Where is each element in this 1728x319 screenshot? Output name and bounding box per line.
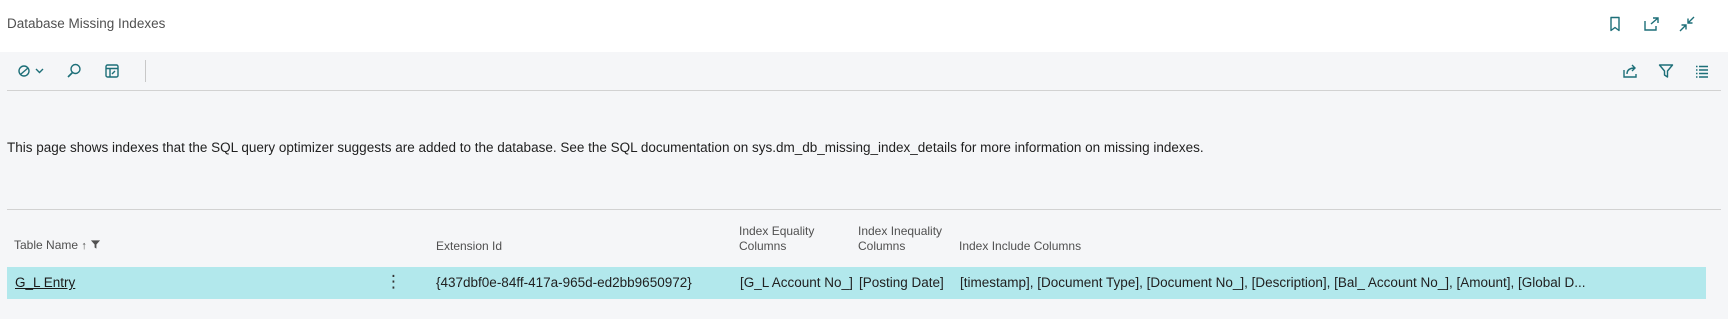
- table-row[interactable]: G_L Entry ⋮ {437dbf0e-84ff-417a-965d-ed2…: [7, 267, 1706, 299]
- share-icon[interactable]: [1619, 60, 1641, 82]
- index-include-cell: [timestamp], [Document Type], [Document …: [960, 275, 1586, 290]
- page-title: Database Missing Indexes: [7, 16, 166, 31]
- table-name-link[interactable]: G_L Entry: [15, 275, 75, 290]
- collapse-icon[interactable]: [1676, 13, 1698, 35]
- edit-list-icon[interactable]: [101, 60, 123, 82]
- extension-id-cell: {437dbf0e-84ff-417a-965d-ed2bb9650972}: [436, 275, 692, 290]
- search-icon[interactable]: [63, 60, 85, 82]
- filter-icon[interactable]: [1655, 60, 1677, 82]
- column-filter-icon: [91, 240, 101, 249]
- page-description: This page shows indexes that the SQL que…: [7, 140, 1204, 155]
- row-actions-icon[interactable]: ⋮: [385, 272, 402, 292]
- column-header-extension-id[interactable]: Extension Id: [436, 239, 502, 254]
- page-header: Database Missing Indexes: [0, 0, 1728, 52]
- sort-ascending-icon: ↑: [81, 240, 87, 252]
- column-header-index-equality[interactable]: Index Equality Columns: [739, 224, 814, 254]
- index-inequality-cell: [Posting Date]: [859, 275, 944, 290]
- column-header-index-inequality[interactable]: Index Inequality Columns: [858, 224, 942, 254]
- index-equality-cell: [G_L Account No_]: [740, 275, 853, 290]
- action-bar: [7, 52, 1721, 91]
- open-in-new-window-icon[interactable]: [1640, 13, 1662, 35]
- column-header-table-name[interactable]: Table Name ↑: [14, 238, 101, 254]
- copilot-menu-icon[interactable]: [17, 60, 47, 82]
- title-actions: [1604, 13, 1698, 35]
- column-header-index-include[interactable]: Index Include Columns: [959, 239, 1081, 254]
- bookmark-icon[interactable]: [1604, 13, 1626, 35]
- list-view-icon[interactable]: [1691, 60, 1713, 82]
- toolbar-separator: [145, 60, 146, 82]
- page-content: This page shows indexes that the SQL que…: [0, 52, 1728, 319]
- table-header: Table Name ↑ Extension Id Index Equality…: [7, 224, 1706, 260]
- section-divider: [7, 209, 1721, 210]
